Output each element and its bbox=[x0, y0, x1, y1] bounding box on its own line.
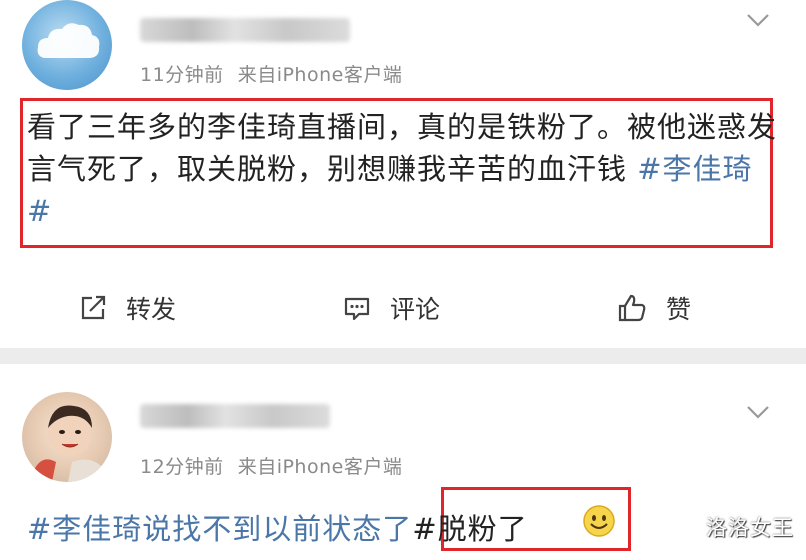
weibo-post-2: 12分钟前 来自iPhone客户端 #李佳琦说找不到以前状态了#脱粉了 洛洛女王 bbox=[0, 364, 806, 560]
repost-label: 转发 bbox=[126, 295, 177, 324]
action-bar: 转发 评论 赞 bbox=[0, 282, 806, 334]
post-content: 看了三年多的李佳琦直播间，真的是铁粉了。被他迷惑发言气死了，取关脱粉，别想赚我辛… bbox=[27, 106, 777, 232]
chevron-down-icon[interactable] bbox=[744, 10, 772, 30]
comment-label: 评论 bbox=[390, 295, 441, 324]
thumbs-up-icon bbox=[618, 294, 646, 322]
post-meta: 12分钟前 来自iPhone客户端 bbox=[140, 452, 402, 479]
avatar[interactable] bbox=[22, 392, 112, 482]
comment-button[interactable]: 评论 bbox=[342, 282, 440, 334]
post-time: 12分钟前 bbox=[140, 456, 224, 478]
watermark: 洛洛女王 bbox=[706, 516, 794, 540]
cloud-avatar-icon bbox=[37, 23, 100, 58]
highlighted-text: #脱粉了 bbox=[412, 512, 528, 546]
hashtag-link[interactable]: #李佳琦说找不到以前状态了 bbox=[27, 512, 412, 546]
child-photo-avatar-icon bbox=[32, 405, 106, 482]
smile-emoji-icon bbox=[583, 505, 615, 537]
avatar[interactable] bbox=[22, 0, 112, 90]
post-meta: 11分钟前 来自iPhone客户端 bbox=[140, 60, 402, 87]
post-separator bbox=[0, 348, 806, 364]
repost-icon bbox=[81, 295, 106, 320]
weibo-post-1: 11分钟前 来自iPhone客户端 看了三年多的李佳琦直播间，真的是铁粉了。被他迷… bbox=[0, 0, 806, 348]
like-label: 赞 bbox=[666, 295, 692, 324]
like-button[interactable]: 赞 bbox=[616, 282, 691, 334]
username-blurred[interactable] bbox=[140, 404, 330, 428]
comment-icon bbox=[344, 297, 370, 321]
chevron-down-icon[interactable] bbox=[744, 402, 772, 422]
post-content: #李佳琦说找不到以前状态了#脱粉了 bbox=[27, 506, 528, 548]
repost-button[interactable]: 转发 bbox=[78, 282, 176, 334]
post-source: 来自iPhone客户端 bbox=[237, 456, 403, 478]
post-source: 来自iPhone客户端 bbox=[237, 64, 403, 86]
username-blurred[interactable] bbox=[140, 18, 350, 42]
post-time: 11分钟前 bbox=[140, 64, 224, 86]
